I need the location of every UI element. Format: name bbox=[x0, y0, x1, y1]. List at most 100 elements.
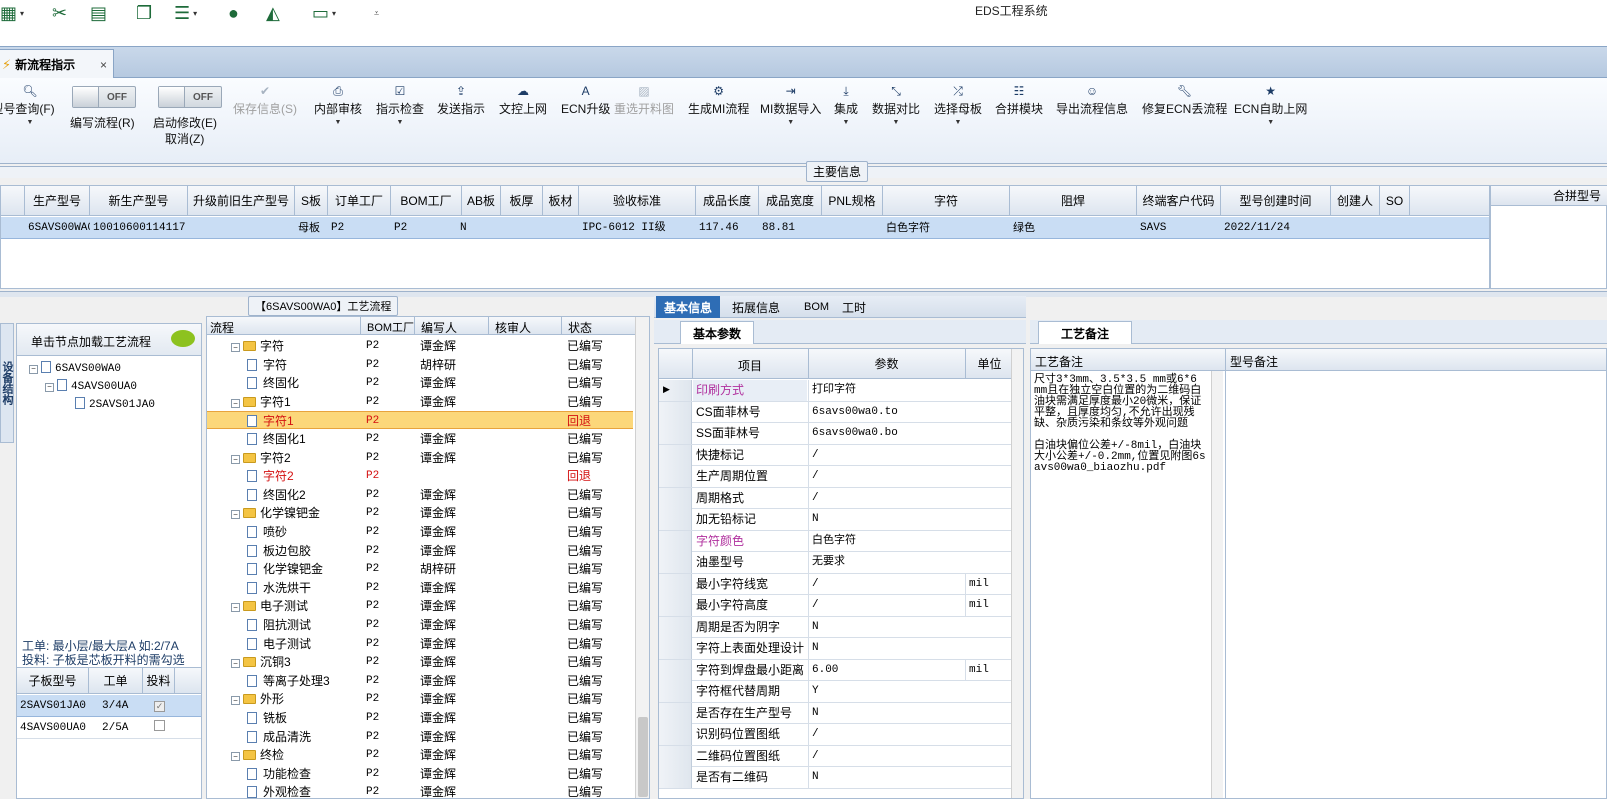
process-row[interactable]: − 字符 P2 谭金辉 已编写 bbox=[207, 337, 633, 355]
param-row[interactable]: 字符颜色 白色字符 bbox=[659, 530, 1011, 552]
process-row[interactable]: − 终检 P2 谭金辉 已编写 bbox=[207, 746, 633, 764]
process-row[interactable]: 终固化 P2 谭金辉 已编写 bbox=[207, 374, 633, 392]
tab-new-process[interactable]: ⚡ 新流程指示 × bbox=[0, 49, 114, 79]
repair-ecn-flow-button[interactable]: 🔧︎ 修复ECN丢流程 bbox=[1142, 82, 1227, 117]
tab-basic-params[interactable]: 基本参数 bbox=[680, 321, 755, 344]
process-row[interactable]: − 字符2 P2 谭金辉 已编写 bbox=[207, 449, 633, 467]
close-icon[interactable]: × bbox=[100, 58, 107, 72]
reselect-cutting-chart-button[interactable]: ▨ 重选开料图 bbox=[614, 82, 674, 117]
internal-audit-button[interactable]: ⎙ 内部审核 ▼ bbox=[314, 82, 362, 126]
param-row[interactable]: 字符到焊盘最小距离 6.00 mil bbox=[659, 659, 1011, 681]
param-row[interactable]: 生产周期位置 / bbox=[659, 466, 1011, 488]
instruction-check-button[interactable]: ☑ 指示检查 ▼ bbox=[376, 82, 424, 126]
param-row[interactable]: 加无铅标记 N bbox=[659, 509, 1011, 531]
param-row[interactable]: 二维码位置图纸 / bbox=[659, 745, 1011, 767]
param-row[interactable]: 最小字符高度 / mil bbox=[659, 595, 1011, 617]
process-row[interactable]: 阻抗测试 P2 谭金辉 已编写 bbox=[207, 616, 633, 634]
tree-node[interactable]: −4SAVS00UA0 bbox=[17, 378, 201, 396]
grid-icon[interactable]: ▦ ▾ bbox=[0, 2, 24, 24]
mi-data-import-button[interactable]: ⇥ MI数据导入 ▼ bbox=[760, 82, 821, 126]
ecn-upgrade-button[interactable]: A ECN升级 bbox=[561, 82, 610, 117]
param-row[interactable]: CS面菲林号 6savs00wa0.to bbox=[659, 401, 1011, 423]
table-row[interactable]: 2SAVS01JA0 3/4A ✓ bbox=[17, 695, 201, 717]
process-row[interactable]: 喷砂 P2 谭金辉 已编写 bbox=[207, 523, 633, 541]
process-row[interactable]: − 电子测试 P2 谭金辉 已编写 bbox=[207, 597, 633, 615]
export-flow-info-button[interactable]: ☺ 导出流程信息 bbox=[1056, 82, 1128, 117]
tab-basic-info[interactable]: 基本信息 bbox=[656, 296, 721, 318]
tab-extended-info[interactable]: 拓展信息 bbox=[724, 296, 788, 318]
process-row[interactable]: − 字符1 P2 谭金辉 已编写 bbox=[207, 393, 633, 411]
select-master-board-button[interactable]: ⤮ 选择母板 ▼ bbox=[934, 82, 982, 126]
process-row[interactable]: 铣板 P2 谭金辉 已编写 bbox=[207, 709, 633, 727]
write-flow-toggle[interactable]: OFF bbox=[72, 86, 136, 108]
side-tab-structure[interactable]: 设备结构 bbox=[0, 323, 14, 443]
start-modify-toggle[interactable]: OFF bbox=[158, 86, 222, 108]
tab-work-hours[interactable]: 工时 bbox=[834, 296, 874, 318]
checkbox[interactable]: ✓ bbox=[154, 701, 165, 712]
process-row[interactable]: 板边包胶 P2 谭金辉 已编写 bbox=[207, 542, 633, 560]
process-row[interactable]: 字符2 P2 回退 bbox=[207, 467, 633, 485]
list-icon[interactable]: ☰ ▾ bbox=[174, 2, 197, 24]
process-row[interactable]: 等离子处理3 P2 谭金辉 已编写 bbox=[207, 672, 633, 690]
tab-bom[interactable]: BOM bbox=[796, 296, 837, 318]
param-row[interactable]: 油墨型号 无要求 bbox=[659, 552, 1011, 574]
process-row[interactable]: − 沉铜3 P2 谭金辉 已编写 bbox=[207, 653, 633, 671]
scrollbar[interactable] bbox=[635, 317, 649, 798]
process-row[interactable]: 字符1 P2 回退 bbox=[207, 411, 633, 430]
process-row[interactable]: 电子测试 P2 谭金辉 已编写 bbox=[207, 635, 633, 653]
param-row[interactable]: 快捷标记 / bbox=[659, 444, 1011, 466]
param-row[interactable]: 字符上表面处理设计 N bbox=[659, 638, 1011, 660]
param-row[interactable]: 字符框代替周期 Y bbox=[659, 681, 1011, 703]
film-icon[interactable]: ▤ bbox=[90, 2, 107, 24]
param-value: N bbox=[808, 509, 964, 530]
table-row[interactable]: 4SAVS00UA0 2/5A bbox=[17, 717, 201, 739]
tree-node[interactable]: 2SAVS01JA0 bbox=[17, 396, 201, 414]
document-icon bbox=[247, 730, 257, 743]
doc-control-online-button[interactable]: ☁ 文控上网 bbox=[499, 82, 547, 117]
param-row[interactable]: 是否存在生产型号 N bbox=[659, 702, 1011, 724]
scroll-thumb[interactable] bbox=[638, 717, 648, 797]
speech-bubble-icon[interactable] bbox=[171, 330, 195, 347]
param-row[interactable]: 周期格式 / bbox=[659, 487, 1011, 509]
process-row[interactable]: 成品清洗 P2 谭金辉 已编写 bbox=[207, 728, 633, 746]
process-row[interactable]: 外观检查 P2 谭金辉 已编写 bbox=[207, 783, 633, 799]
status: 已编写 bbox=[567, 636, 604, 651]
param-row[interactable]: 最小字符线宽 / mil bbox=[659, 573, 1011, 595]
param-row[interactable]: SS面菲林号 6savs00wa0.bo bbox=[659, 423, 1011, 445]
scrollbar[interactable] bbox=[1011, 349, 1023, 798]
customize-icon[interactable]: ⩡ bbox=[374, 2, 379, 24]
param-row[interactable]: ▶ 印刷方式 打印字符 bbox=[659, 380, 1011, 402]
user-icon[interactable]: ● bbox=[228, 2, 239, 24]
chart-icon[interactable]: ◭ bbox=[266, 2, 280, 24]
scissors-icon[interactable]: ✂ bbox=[52, 2, 67, 24]
process-row[interactable]: 终固化1 P2 谭金辉 已编写 bbox=[207, 430, 633, 448]
process-row[interactable]: − 化学镍钯金 P2 谭金辉 已编写 bbox=[207, 504, 633, 522]
save-info-button[interactable]: ✔ 保存信息(S) bbox=[233, 82, 297, 117]
process-row[interactable]: 化学镍钯金 P2 胡梓研 已编写 bbox=[207, 560, 633, 578]
tree-node[interactable]: −6SAVS00WA0 bbox=[17, 360, 201, 378]
monitor-icon[interactable]: ▭ ▾ bbox=[312, 2, 336, 24]
process-row[interactable]: 水洗烘干 P2 谭金辉 已编写 bbox=[207, 579, 633, 597]
merge-module-button[interactable]: ☷ 合拼模块 bbox=[995, 82, 1043, 117]
param-row[interactable]: 是否有二维码 N bbox=[659, 767, 1011, 789]
send-instruction-button[interactable]: ⇪ 发送指示 bbox=[437, 82, 485, 117]
copy-icon[interactable]: ❐ bbox=[136, 2, 152, 24]
process-row[interactable]: 功能检查 P2 谭金辉 已编写 bbox=[207, 765, 633, 783]
scrollbar[interactable] bbox=[1211, 371, 1223, 798]
generate-mi-flow-button[interactable]: ⚙ 生成MI流程 bbox=[688, 82, 749, 117]
bom-factory: P2 bbox=[366, 433, 380, 445]
process-row[interactable]: − 外形 P2 谭金辉 已编写 bbox=[207, 690, 633, 708]
integrate-button[interactable]: ⤓ 集成 ▼ bbox=[834, 82, 858, 126]
process-row[interactable]: 字符 P2 胡梓研 已编写 bbox=[207, 356, 633, 374]
process-row[interactable]: 终固化2 P2 谭金辉 已编写 bbox=[207, 486, 633, 504]
table-row[interactable]: 6SAVS00WA0 10010600114117 母板 P2 P2 N IPC… bbox=[1, 217, 1489, 239]
checkbox[interactable] bbox=[154, 720, 165, 731]
data-compare-button[interactable]: ⤡ 数据对比 ▼ bbox=[872, 82, 920, 126]
process-remarks-text[interactable]: 尺寸3*3mm、3.5*3.5 mm或6*6 mm且在独立空白位置的为二维码白油… bbox=[1034, 375, 1210, 474]
param-row[interactable]: 识别码位置图纸 / bbox=[659, 724, 1011, 746]
ecn-self-online-button[interactable]: ★ ECN自助上网 ▼ bbox=[1234, 82, 1307, 126]
cancel-button[interactable]: 取消(Z) bbox=[165, 130, 204, 147]
tab-process-remarks[interactable]: 工艺备注 bbox=[1038, 321, 1133, 344]
param-row[interactable]: 周期是否为阴字 N bbox=[659, 616, 1011, 638]
query-button[interactable]: 🔍︎ 型号查询(F) ▼ bbox=[0, 82, 60, 126]
